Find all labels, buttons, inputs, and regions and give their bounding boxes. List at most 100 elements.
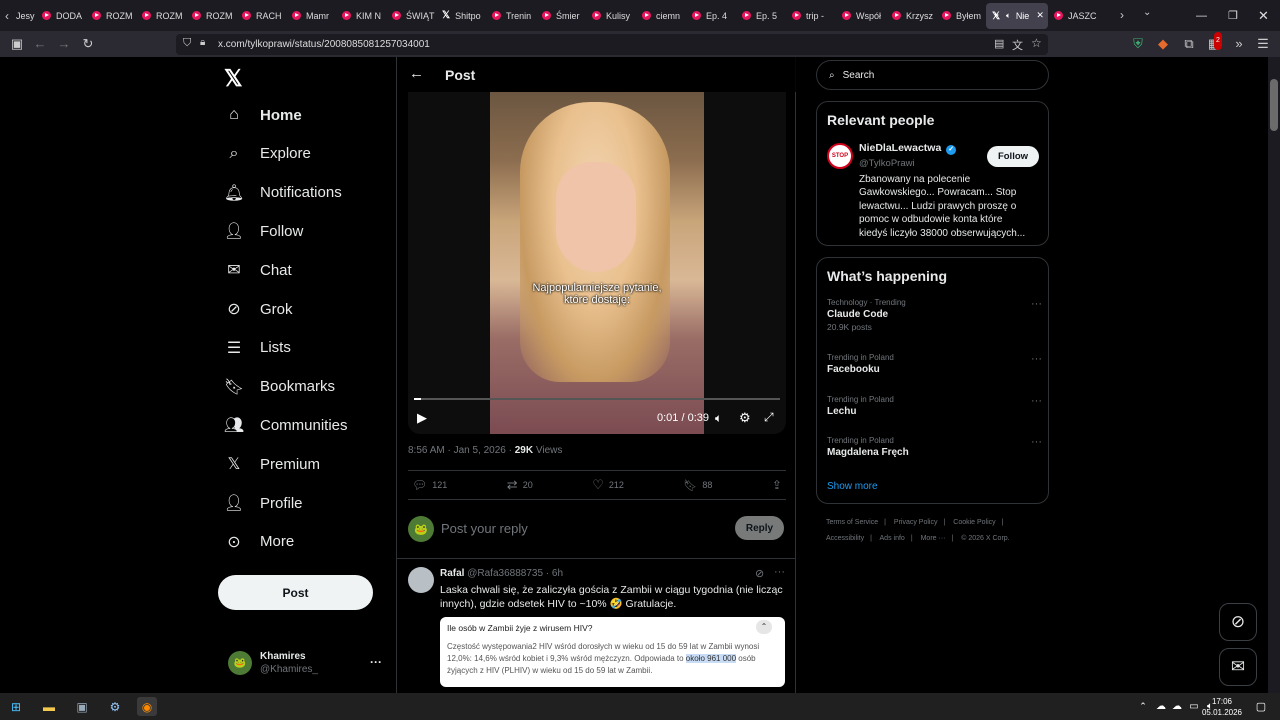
trend-more-icon[interactable]: ··· — [1031, 436, 1042, 448]
trend-item[interactable]: Trending in Poland Facebooku ··· — [827, 353, 1042, 375]
browser-tab[interactable]: RACH — [236, 3, 286, 29]
trend-item[interactable]: Technology · Trending Claude Code 20.9K po… — [827, 298, 1042, 332]
reply-avatar[interactable] — [408, 567, 434, 593]
volume-icon[interactable]: 🔈︎ — [715, 411, 722, 426]
restore-icon[interactable]: ❐ — [1228, 0, 1238, 31]
browser-tab[interactable]: trip - — [786, 3, 836, 29]
browser-tab[interactable]: JASZC — [1048, 3, 1098, 29]
browser-tab[interactable]: ROZM — [186, 3, 236, 29]
sidebar-item-home[interactable]: ⌂ Home — [224, 101, 302, 129]
reply-name[interactable]: Rafal — [440, 568, 464, 579]
overflow-chevron-icon[interactable]: » — [1230, 35, 1248, 53]
follow-button[interactable]: Follow — [987, 146, 1039, 167]
notification-extension-icon[interactable]: ▦2 — [1205, 32, 1223, 53]
sidebar-item-communities[interactable]: 👥︎ Communities — [224, 411, 348, 439]
video-player[interactable]: Najpopularniejsze pytanie, które dostaję… — [408, 92, 786, 434]
settings-gear-icon[interactable]: ⚙ — [739, 410, 751, 426]
page-scrollbar[interactable] — [1268, 57, 1280, 693]
browser-tab[interactable]: Śmier — [536, 3, 586, 29]
tray-chevron-icon[interactable]: ⌃ — [1133, 697, 1153, 716]
start-icon[interactable]: ⊞ — [6, 697, 26, 716]
privacy-link[interactable]: Privacy Policy — [894, 519, 938, 526]
browser-tab[interactable]: ŚWIĄT — [386, 3, 436, 29]
reply-button[interactable]: Reply — [735, 516, 784, 540]
browser-tab[interactable]: Współ — [836, 3, 886, 29]
browser-tab[interactable]: Ep. 5 — [736, 3, 786, 29]
tab-list-chevron-icon[interactable]: ⌄ — [1143, 7, 1151, 18]
close-tab-icon[interactable]: ✕ — [1036, 10, 1044, 21]
ads-link[interactable]: Ads info — [880, 535, 905, 542]
tab-scroll-left-icon[interactable]: ‹ — [0, 9, 14, 23]
play-icon[interactable]: ▶ — [417, 410, 427, 426]
browser-tab[interactable]: 𝕏 🔈︎ Nie ✕ — [986, 2, 1048, 29]
extension-fox-icon[interactable]: ◆ — [1154, 35, 1172, 53]
messages-fab-icon[interactable]: ✉ — [1219, 648, 1257, 686]
trend-item[interactable]: Trending in Poland Lechu ··· — [827, 395, 1042, 417]
sidebar-item-bookmarks[interactable]: 🔖︎ Bookmarks — [224, 373, 335, 401]
browser-tab[interactable]: Ep. 4 — [686, 3, 736, 29]
sidebar-item-lists[interactable]: ☰ Lists — [224, 334, 291, 362]
reply-more-icon[interactable]: ··· — [774, 566, 785, 578]
browser-tab[interactable]: Mamr — [286, 3, 336, 29]
show-more-link[interactable]: Show more — [827, 481, 878, 492]
repost-action[interactable]: ⇄ 20 — [507, 477, 533, 493]
firefox-icon[interactable]: ◉ — [137, 697, 157, 716]
like-action[interactable]: ♡ 212 — [592, 477, 624, 493]
cookie-link[interactable]: Cookie Policy — [953, 519, 995, 526]
x-logo-icon[interactable]: 𝕏 — [224, 65, 243, 92]
reply-post[interactable]: Rafal @Rafa36888735 · 6h ⊘ ··· Laska chw… — [397, 560, 796, 693]
file-explorer-icon[interactable]: ▬ — [39, 697, 59, 716]
grok-reply-icon[interactable]: ⊘ — [755, 567, 764, 580]
ai-answer-card[interactable]: Ile osób w Zambii żyje z wirusem HIV? ⌃ … — [440, 617, 785, 687]
browser-tab[interactable]: Byłem — [936, 3, 986, 29]
browser-tab[interactable]: Krzysz — [886, 3, 936, 29]
share-action[interactable]: ⇪ — [772, 478, 782, 492]
sidebar-item-premium[interactable]: 𝕏 Premium — [224, 450, 320, 478]
browser-tab[interactable]: ROZM — [136, 3, 186, 29]
tab-scroll-right-icon[interactable]: › — [1120, 8, 1124, 22]
back-arrow-icon[interactable]: ← — [409, 65, 424, 82]
relevant-name[interactable]: NieDlaLewactwa — [859, 142, 941, 154]
notification-center-icon[interactable]: ▢ — [1251, 697, 1271, 716]
video-progress-bar[interactable] — [414, 398, 780, 400]
sidebar-item-explore[interactable]: ⌕ Explore — [224, 140, 311, 168]
address-bar[interactable]: ⛉ 🔒︎ x.com/tylkoprawi/status/20080850812… — [176, 34, 1048, 55]
sidebar-item-grok[interactable]: ⊘ Grok — [224, 295, 292, 323]
ai-collapse-icon[interactable]: ⌃ — [756, 620, 772, 634]
search-input[interactable]: Search — [843, 70, 875, 81]
app-icon[interactable]: ▣ — [72, 697, 92, 716]
browser-tab[interactable]: Jesy — [14, 3, 36, 29]
extension-shield-icon[interactable]: ⛨ — [1129, 35, 1147, 53]
translate-icon[interactable]: 文 — [1012, 37, 1023, 53]
lock-icon[interactable]: 🔒︎ — [200, 37, 205, 48]
menu-icon[interactable]: ☰ — [1254, 35, 1272, 53]
trend-item[interactable]: Trending in Poland Magdalena Fręch ··· — [827, 436, 1042, 458]
terms-link[interactable]: Terms of Service — [826, 519, 878, 526]
minimize-icon[interactable]: — — [1196, 0, 1207, 31]
account-more-icon[interactable]: ··· — [370, 655, 382, 669]
post-button[interactable]: Post — [218, 575, 373, 610]
browser-tab[interactable]: ciemn — [636, 3, 686, 29]
browser-tab[interactable]: Trenin — [486, 3, 536, 29]
fullscreen-icon[interactable]: ⤢ — [764, 410, 774, 425]
forward-icon[interactable]: → — [55, 35, 73, 53]
audio-playing-icon[interactable]: 🔈︎ — [1006, 11, 1011, 21]
sidebar-item-profile[interactable]: 👤︎ Profile — [224, 489, 303, 517]
more-link[interactable]: More ··· — [921, 535, 946, 542]
browser-tab[interactable]: 𝕏 Shitpo — [436, 3, 486, 29]
reader-mode-icon[interactable]: ▤ — [994, 37, 1004, 50]
reply-action[interactable]: 💬︎ 121 — [412, 478, 447, 492]
steam-icon[interactable]: ⚙ — [105, 697, 125, 716]
shield-icon[interactable]: ⛉ — [183, 37, 191, 50]
url-text[interactable]: x.com/tylkoprawi/status/2008085081257034… — [218, 39, 430, 50]
post-timestamp[interactable]: 8:56 AM · Jan 5, 2026 · — [408, 445, 515, 456]
clock[interactable]: 17:06 05.01.2026 — [1200, 696, 1244, 718]
account-switcher[interactable]: 🐸 Khamires @Khamires_ — [228, 651, 318, 675]
sidebar-toggle-icon[interactable]: ▣ — [8, 35, 26, 53]
browser-tab[interactable]: Kulisy — [586, 3, 636, 29]
browser-tab[interactable]: KIM N — [336, 3, 386, 29]
grok-fab-icon[interactable]: ⊘ — [1219, 603, 1257, 641]
browser-tab[interactable]: ROZM — [86, 3, 136, 29]
scrollbar-thumb[interactable] — [1270, 79, 1278, 131]
accessibility-link[interactable]: Accessibility — [826, 535, 864, 542]
